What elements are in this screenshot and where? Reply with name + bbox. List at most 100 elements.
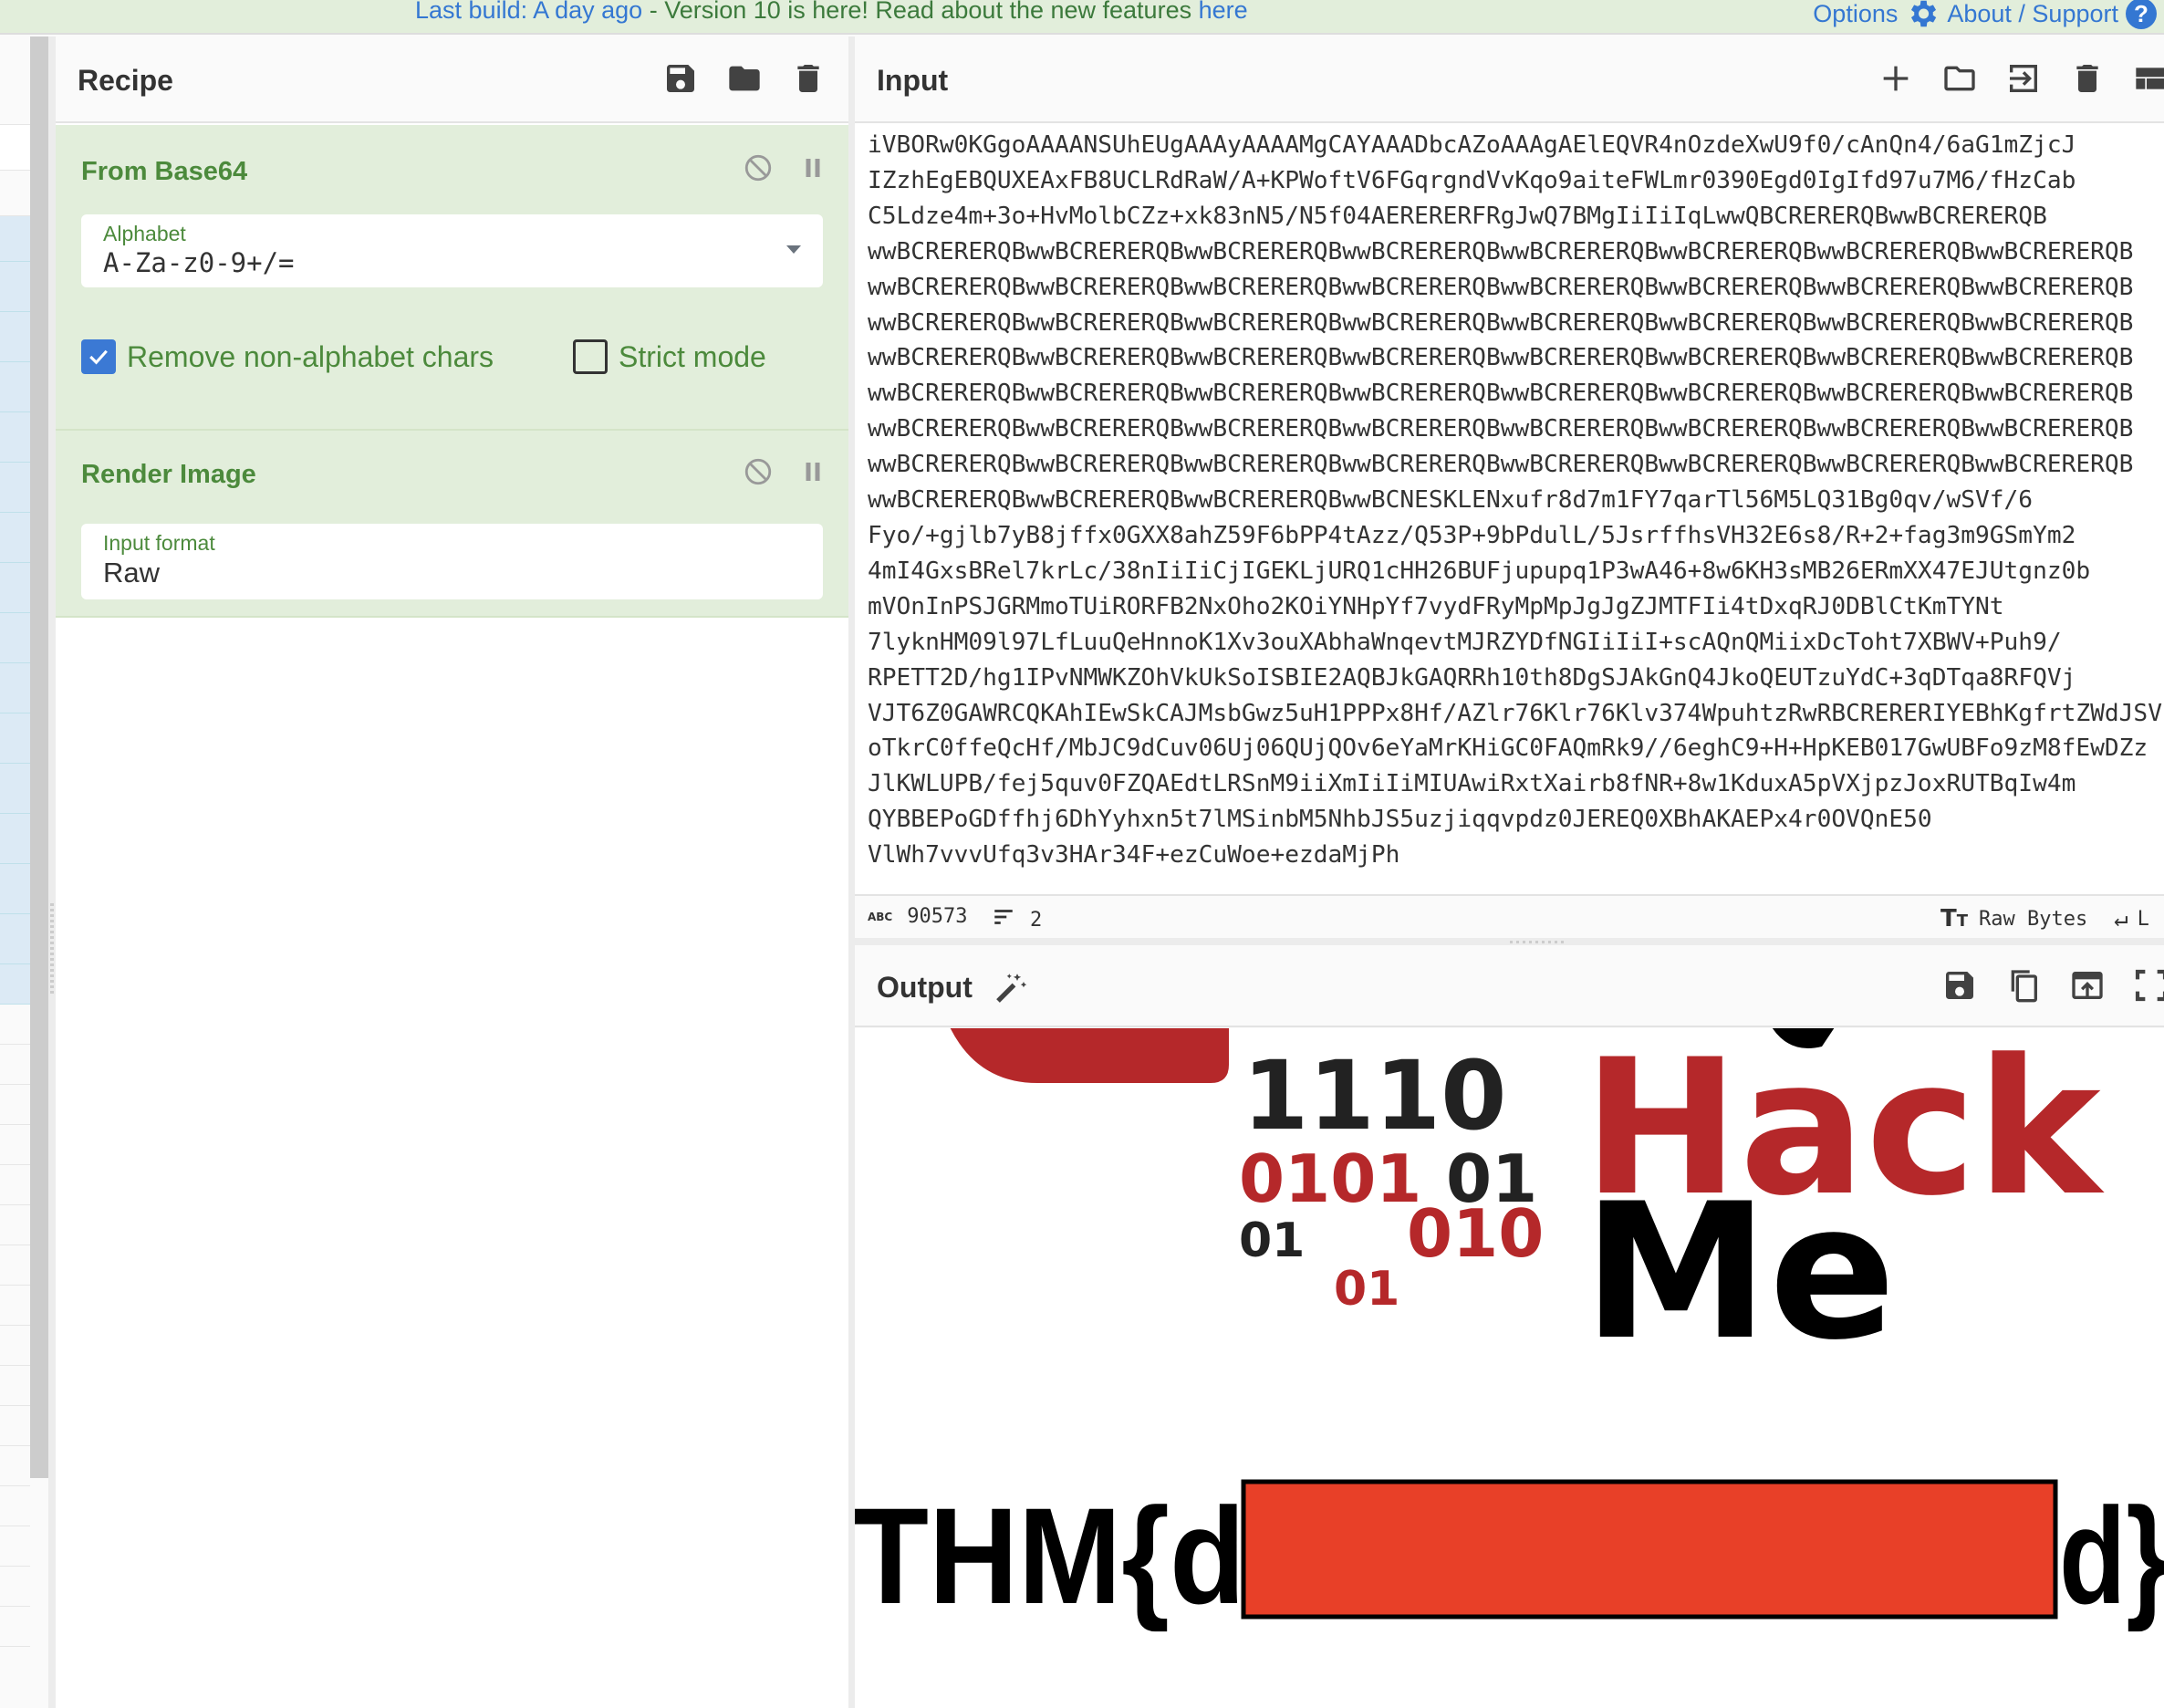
- import-icon[interactable]: [2005, 60, 2042, 97]
- operations-list-item[interactable]: [0, 764, 30, 814]
- line-count: 2: [992, 905, 1042, 934]
- disable-icon[interactable]: [743, 152, 774, 188]
- checkbox-checked-icon[interactable]: [81, 339, 116, 374]
- return-icon: ↵: [2114, 905, 2128, 932]
- help-icon[interactable]: ?: [2126, 0, 2157, 29]
- io-divider[interactable]: [855, 938, 2164, 945]
- operations-list-item[interactable]: [0, 1205, 30, 1245]
- input-text-line: VlWh7vvvUfq3v3HAr34F+ezCuWoe+ezdaMjPh: [868, 841, 1400, 870]
- recipe-panel: Recipe From Base64 Alphabet A-Za-z0-9+/=…: [56, 36, 848, 1708]
- operations-list-item[interactable]: [0, 914, 30, 964]
- input-text-line: iVBORw0KGgoAAAANSUhEUgAAAyAAAAMgCAYAAADb…: [868, 131, 2076, 159]
- operations-list-item[interactable]: [0, 964, 30, 1005]
- operations-list-item[interactable]: [0, 1085, 30, 1125]
- operations-list-item[interactable]: [0, 814, 30, 864]
- operations-list-item[interactable]: [0, 1125, 30, 1165]
- pause-icon[interactable]: [799, 458, 827, 490]
- input-text-line: 4mI4GxsBRel7krLc/38nIiIiCjIGEKLjURQ1cHH2…: [868, 557, 2091, 585]
- replace-input-icon[interactable]: [2069, 967, 2106, 1004]
- operations-category[interactable]: [0, 171, 30, 216]
- last-build-link[interactable]: Last build: A day ago: [415, 0, 642, 24]
- input-text-line: wwBCRERERQBwwBCRERERQBwwBCRERERQBwwBCRER…: [868, 451, 2134, 479]
- abc-icon: ABC: [868, 910, 893, 923]
- operation-from-base64[interactable]: From Base64 Alphabet A-Za-z0-9+/= Remove…: [56, 125, 848, 431]
- input-textarea[interactable]: iVBORw0KGgoAAAANSUhEUgAAAyAAAAMgCAYAAADb…: [868, 128, 2164, 931]
- input-toolbar: [1878, 60, 2164, 97]
- about-support-link[interactable]: About / Support: [1947, 0, 2118, 27]
- plus-icon[interactable]: [1878, 60, 1914, 97]
- strict-mode-checkbox[interactable]: Strict mode: [573, 339, 766, 374]
- operations-list-item[interactable]: [0, 362, 30, 412]
- pause-icon[interactable]: [799, 154, 827, 186]
- redaction-box: [1241, 1479, 2058, 1619]
- operations-list-item[interactable]: [0, 1326, 30, 1366]
- input-text-line: wwBCRERERQBwwBCRERERQBwwBCRERERQBwwBCRER…: [868, 237, 2134, 266]
- input-text-line: mVOnInPSJGRMmoTUiRORFB2NxOho2KOiYNHpYf7v…: [868, 592, 2004, 620]
- save-icon[interactable]: [662, 60, 699, 97]
- copy-icon[interactable]: [2005, 967, 2042, 1004]
- operations-list-item[interactable]: [0, 463, 30, 513]
- lines-icon: [992, 905, 1015, 934]
- me-word: Me: [1583, 1164, 1896, 1381]
- operations-list-item[interactable]: [0, 1045, 30, 1085]
- operations-list-item[interactable]: [0, 1366, 30, 1406]
- operations-list-item[interactable]: [0, 216, 30, 262]
- panel-resizer[interactable]: [48, 36, 56, 1708]
- input-format-select[interactable]: Input format Raw: [81, 524, 823, 599]
- operations-list-item[interactable]: [0, 1165, 30, 1205]
- operations-list-item[interactable]: [0, 1005, 30, 1045]
- version-text: Version 10 is here! Read about the new f…: [664, 0, 1199, 24]
- operation-render-image[interactable]: Render Image Input format Raw: [56, 431, 848, 618]
- dropdown-caret-icon[interactable]: [786, 245, 801, 254]
- flag-suffix: d}: [2059, 1479, 2164, 1632]
- remove-non-alphabet-checkbox[interactable]: Remove non-alphabet chars: [81, 339, 494, 374]
- encoding-selector[interactable]: TT Raw Bytes: [1940, 905, 2087, 932]
- folder-icon[interactable]: [726, 60, 763, 97]
- operations-list-item[interactable]: [0, 1406, 30, 1446]
- disable-icon[interactable]: [743, 456, 774, 492]
- flag-prefix: THM{d: [855, 1479, 1245, 1632]
- release-notes-link[interactable]: here: [1199, 0, 1248, 24]
- trash-icon[interactable]: [2069, 60, 2106, 97]
- operations-scrollbar[interactable]: [30, 36, 48, 1478]
- gear-icon[interactable]: [1905, 0, 1940, 31]
- trash-icon[interactable]: [790, 60, 827, 97]
- operations-search[interactable]: [0, 36, 30, 125]
- folder-icon[interactable]: [1941, 60, 1978, 97]
- operations-list-item[interactable]: [0, 1526, 30, 1567]
- checkbox-unchecked-icon[interactable]: [573, 339, 608, 374]
- logo-red-shape: [950, 1028, 1229, 1083]
- input-text-line: 7lyknHM09l97LfLuuQeHnnoK1Xv3ouXAbhaWnqev…: [868, 628, 2062, 656]
- operations-list-item[interactable]: [0, 864, 30, 914]
- rendered-image: 1110 0101 01 01 010 01 Hack Me THM{d d}: [855, 1028, 2164, 1632]
- operations-list-item[interactable]: [0, 125, 30, 171]
- operations-list-item[interactable]: [0, 563, 30, 613]
- operations-list-item[interactable]: [0, 412, 30, 463]
- panel-divider[interactable]: [848, 36, 855, 1708]
- input-text-line: wwBCRERERQBwwBCRERERQBwwBCRERERQBwwBCRER…: [868, 415, 2134, 443]
- magic-wand-icon[interactable]: [992, 969, 1030, 1012]
- maximize-icon[interactable]: [2133, 967, 2164, 1004]
- operations-list-item[interactable]: [0, 312, 30, 362]
- operations-list-item[interactable]: [0, 1567, 30, 1607]
- operations-list-item[interactable]: [0, 613, 30, 663]
- operations-list-item[interactable]: [0, 1607, 30, 1647]
- operations-list-item[interactable]: [0, 1446, 30, 1486]
- alphabet-value: A-Za-z0-9+/=: [103, 247, 295, 278]
- layout-icon[interactable]: [2133, 60, 2164, 97]
- save-icon[interactable]: [1941, 967, 1978, 1004]
- eol-selector[interactable]: ↵ L: [2114, 905, 2149, 932]
- operations-list-item[interactable]: [0, 1486, 30, 1526]
- operations-list-item[interactable]: [0, 262, 30, 312]
- binary-digits: 0101: [1239, 1140, 1421, 1217]
- operation-title: From Base64: [81, 157, 248, 186]
- alphabet-select[interactable]: Alphabet A-Za-z0-9+/=: [81, 214, 823, 287]
- options-link[interactable]: Options: [1813, 0, 1898, 27]
- operations-list-item[interactable]: [0, 513, 30, 563]
- resizer-grip[interactable]: [50, 903, 54, 995]
- divider-grip[interactable]: [1510, 941, 1565, 943]
- operations-list-item[interactable]: [0, 713, 30, 764]
- operations-list-item[interactable]: [0, 663, 30, 713]
- operations-list-item[interactable]: [0, 1286, 30, 1326]
- operations-list-item[interactable]: [0, 1245, 30, 1286]
